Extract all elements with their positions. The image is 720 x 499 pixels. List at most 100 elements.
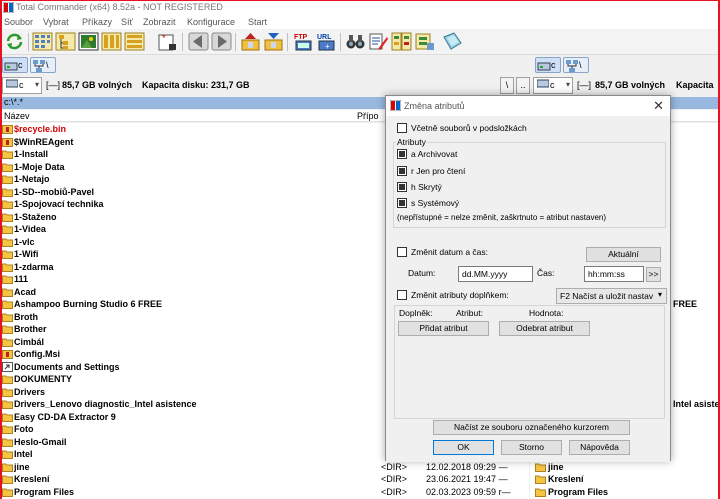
- file-date: 12.02.2018 09:29 —: [426, 461, 508, 472]
- include-subfolders-checkbox[interactable]: [397, 123, 407, 133]
- chevron-down-icon: ▾: [34, 80, 39, 89]
- menu-konfigurace[interactable]: Konfigurace: [187, 17, 235, 27]
- toolbar-separator: [235, 33, 236, 51]
- chevron-down-icon: ▾: [658, 290, 663, 299]
- back-icon[interactable]: [188, 31, 209, 52]
- file-name: Kreslení: [14, 474, 50, 484]
- right-drive-c-button[interactable]: c: [535, 57, 561, 73]
- menu-sit[interactable]: Síť: [121, 17, 133, 27]
- left-up-button[interactable]: ..: [516, 77, 530, 94]
- ftp-icon[interactable]: FTP: [293, 31, 314, 52]
- refresh-icon[interactable]: [4, 31, 25, 52]
- details-icon[interactable]: [101, 31, 122, 52]
- folder-icon: [2, 413, 13, 422]
- file-name: 1-Install: [14, 149, 49, 159]
- plugin-dropdown[interactable]: F2 Načíst a uložit nastav: [556, 288, 667, 304]
- url-icon[interactable]: URL +: [316, 31, 337, 52]
- change-by-plugin-checkbox[interactable]: [397, 290, 407, 300]
- sync-icon[interactable]: [414, 31, 435, 52]
- folder-icon: [2, 250, 13, 259]
- folder-icon: [2, 200, 13, 209]
- system-folder-icon: [2, 137, 13, 147]
- file-row[interactable]: jine <DIR> 12.02.2018 09:29 —: [2, 461, 529, 474]
- file-size: <DIR>: [381, 461, 408, 472]
- folder-icon: [2, 338, 13, 347]
- menu-soubor[interactable]: Soubor: [4, 17, 33, 27]
- file-name: Config.Msi: [14, 349, 60, 359]
- current-datetime-button[interactable]: Aktuální: [586, 247, 661, 262]
- left-drive-c-button[interactable]: c: [2, 57, 28, 73]
- toolbar-separator: [182, 33, 183, 51]
- thumbnail-view-icon[interactable]: [32, 31, 53, 52]
- file-name: Program Files: [548, 486, 609, 497]
- time-input[interactable]: hh:mm:ss: [584, 266, 644, 282]
- rename-icon[interactable]: [368, 31, 389, 52]
- tree-view-icon[interactable]: [55, 31, 76, 52]
- help-button[interactable]: Nápověda: [569, 440, 630, 455]
- menu-zobrazit[interactable]: Zobrazit: [143, 17, 176, 27]
- file-date: 23.06.2021 19:47 —: [426, 474, 508, 484]
- folder-icon: [535, 475, 546, 484]
- attr-archive-checkbox[interactable]: [397, 149, 407, 159]
- right-network-drive-button[interactable]: \: [563, 57, 589, 73]
- file-name: Acad: [14, 286, 37, 297]
- file-row[interactable]: Program Files <DIR> 02.03.2023 09:59 r—: [2, 486, 529, 499]
- date-label: Datum:: [408, 268, 436, 278]
- left-drive-bar: c \: [2, 57, 82, 75]
- chevron-down-icon: ▾: [565, 80, 570, 89]
- svg-text:+: +: [325, 42, 330, 51]
- toolbar: * FTP URL +: [2, 29, 718, 55]
- system-folder-icon: [2, 350, 13, 359]
- file-name: jine: [14, 461, 30, 472]
- left-network-drive-button[interactable]: \: [30, 57, 56, 73]
- left-drive-combo[interactable]: c ▾: [2, 77, 42, 94]
- folder-icon: [2, 225, 13, 234]
- compare-icon[interactable]: [391, 31, 412, 52]
- binoculars-icon[interactable]: [345, 31, 366, 52]
- menu-prikazy[interactable]: Příkazy: [82, 17, 112, 27]
- left-drive-label: [—]: [46, 80, 61, 90]
- image-view-icon[interactable]: [78, 31, 99, 52]
- invert-selection-icon[interactable]: *: [157, 31, 178, 52]
- include-subfolders-label: Včetně souborů v podsložkách: [411, 123, 527, 133]
- notepad-icon[interactable]: [442, 31, 463, 52]
- junction-icon: [2, 361, 13, 372]
- forward-icon[interactable]: [211, 31, 232, 52]
- folder-icon: [2, 463, 13, 472]
- right-drive-bar: c \: [535, 57, 615, 75]
- remove-attribute-button[interactable]: Odebrat atribut: [499, 321, 590, 336]
- add-attribute-button[interactable]: Přidat atribut: [398, 321, 489, 336]
- pack-icon[interactable]: [240, 31, 261, 52]
- file-size: <DIR>: [381, 486, 408, 497]
- right-drive-combo[interactable]: c ▾: [533, 77, 573, 94]
- ok-button[interactable]: OK: [433, 440, 494, 455]
- attr-readonly-checkbox[interactable]: [397, 166, 407, 176]
- list-icon[interactable]: [124, 31, 145, 52]
- dialog-body: Včetně souborů v podsložkách Atributy a …: [386, 116, 670, 462]
- attr-hidden-checkbox[interactable]: [397, 182, 407, 192]
- load-from-file-button[interactable]: Načíst ze souboru označeného kurzorem: [433, 420, 630, 435]
- change-datetime-checkbox[interactable]: [397, 247, 407, 257]
- total-commander-icon: [3, 2, 14, 13]
- left-info-row: c ▾ [—] 85,7 GB volných Kapacita disku: …: [2, 77, 530, 95]
- left-root-button[interactable]: \: [500, 77, 514, 94]
- menu-vybrat[interactable]: Vybrat: [43, 17, 69, 27]
- right-combo-letter: c: [550, 80, 555, 90]
- folder-icon: [2, 488, 13, 497]
- more-options-button[interactable]: >>: [646, 267, 661, 282]
- file-name: Program Files: [14, 486, 75, 497]
- root-backslash: \: [579, 60, 582, 70]
- attr-system-label: s Systémový: [411, 198, 460, 208]
- menu-start[interactable]: Start: [248, 17, 267, 27]
- file-row[interactable]: Kreslení <DIR> 23.06.2021 19:47 —: [2, 473, 529, 486]
- unpack-icon[interactable]: [263, 31, 284, 52]
- close-icon[interactable]: ✕: [653, 98, 664, 114]
- attr-system-checkbox[interactable]: [397, 198, 407, 208]
- cancel-button[interactable]: Storno: [501, 440, 562, 455]
- date-input[interactable]: dd.MM.yyyy: [458, 266, 533, 282]
- folder-icon: [2, 288, 13, 297]
- column-name[interactable]: Název: [4, 111, 30, 121]
- folder-icon: [2, 238, 13, 247]
- column-ext[interactable]: Přípo: [357, 111, 379, 121]
- file-name: DOKUMENTY: [14, 374, 72, 384]
